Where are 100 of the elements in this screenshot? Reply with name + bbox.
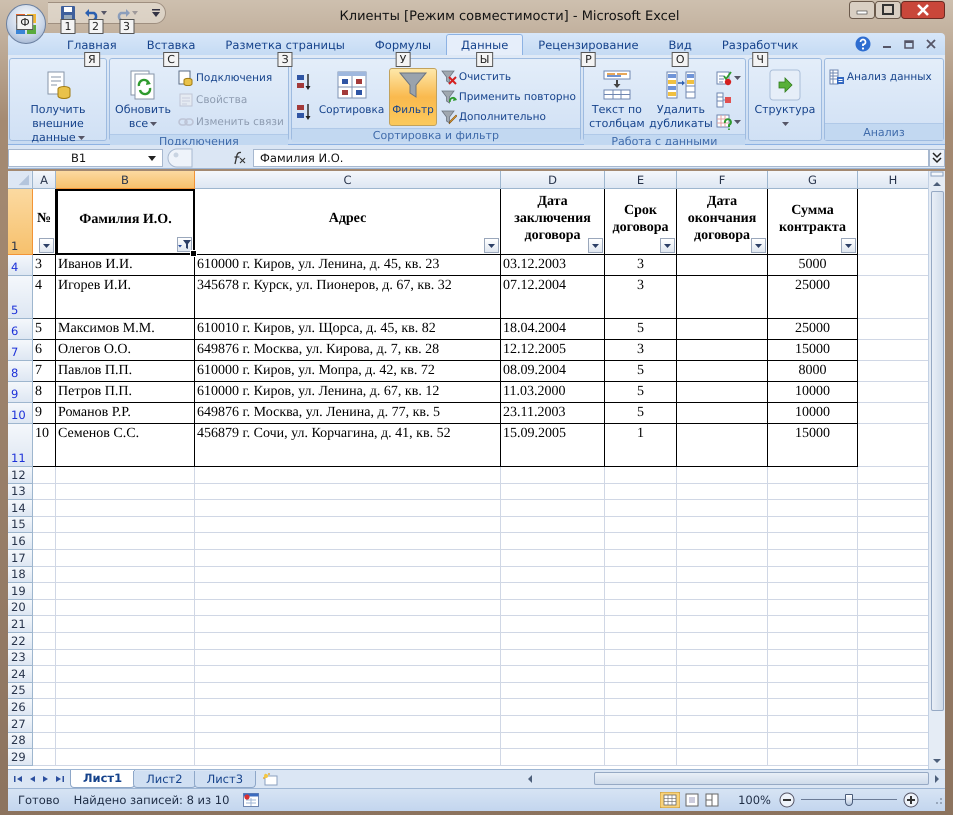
row-header[interactable]: 25 (8, 682, 33, 700)
knob-icon[interactable] (167, 148, 193, 168)
empty-cell[interactable] (677, 319, 768, 340)
scroll-thumb[interactable] (930, 191, 944, 711)
ribbon-button[interactable] (714, 113, 743, 131)
ribbon-button[interactable]: Получить внешние данные (12, 68, 104, 146)
first-sheet-icon[interactable] (12, 773, 24, 785)
normal-view-icon[interactable] (660, 792, 680, 808)
zoom-level[interactable]: 100% (738, 793, 771, 807)
empty-cell[interactable] (677, 276, 768, 319)
filter-dropdown-button[interactable] (484, 238, 499, 253)
select-all-icon[interactable] (8, 171, 33, 189)
ribbon-button[interactable]: Применить повторно (438, 88, 578, 106)
close-icon[interactable] (925, 38, 937, 50)
empty-cell[interactable] (677, 361, 768, 382)
scroll-thumb[interactable] (594, 772, 929, 785)
row-header[interactable]: 1 (8, 189, 33, 255)
ribbon-button[interactable]: Обновить все (112, 68, 174, 132)
macro-record-icon[interactable] (243, 793, 260, 807)
ribbon-button[interactable] (714, 69, 743, 87)
last-sheet-icon[interactable] (54, 773, 66, 785)
empty-cell[interactable] (677, 403, 768, 424)
ribbon-button[interactable]: Фильтр (389, 68, 437, 126)
column-header[interactable]: H (858, 171, 928, 189)
row-header[interactable]: 20 (8, 600, 33, 616)
zoom-in-icon[interactable] (903, 792, 919, 808)
column-header[interactable]: G (768, 171, 858, 189)
ribbon-tab[interactable]: Главная (52, 34, 132, 55)
slider-thumb[interactable] (845, 794, 853, 806)
ribbon-tab[interactable]: Вставка (132, 34, 210, 55)
column-header[interactable]: B (56, 171, 195, 189)
row-header[interactable]: 17 (8, 550, 33, 567)
customize-icon[interactable] (152, 9, 160, 17)
row-header[interactable]: 4 (8, 255, 33, 276)
ribbon-tab[interactable]: Рецензирование (523, 34, 654, 55)
filter-dropdown-button[interactable] (841, 238, 856, 253)
empty-cell[interactable] (677, 340, 768, 361)
ribbon-tab[interactable]: Разметка страницы (210, 34, 360, 55)
formula-field[interactable]: Фамилия И.О. (253, 149, 929, 167)
ribbon-tab[interactable]: Формулы (360, 34, 446, 55)
expand-icon[interactable] (929, 149, 945, 167)
row-header[interactable]: 27 (8, 716, 33, 732)
row-header[interactable]: 6 (8, 319, 33, 340)
filter-active-button[interactable] (177, 237, 192, 252)
row-header[interactable]: 19 (8, 583, 33, 600)
row-header[interactable]: 7 (8, 340, 33, 361)
ribbon-tab[interactable]: Разработчик (706, 34, 814, 55)
sheet-tab[interactable]: Лист3 (194, 771, 256, 788)
column-header[interactable]: A (33, 171, 56, 189)
row-header[interactable]: 5 (8, 276, 33, 319)
empty-cell[interactable] (677, 424, 768, 467)
empty-cell[interactable] (677, 255, 768, 276)
row-header[interactable]: 18 (8, 566, 33, 584)
help-icon[interactable] (855, 36, 871, 52)
row-header[interactable]: 10 (8, 403, 33, 424)
row-header[interactable]: 21 (8, 616, 33, 633)
filter-dropdown-button[interactable] (660, 238, 675, 253)
filter-dropdown-button[interactable] (751, 238, 766, 253)
sheet-tab[interactable]: Лист2 (133, 771, 196, 788)
ribbon-button[interactable]: Структура (750, 68, 819, 132)
row-header[interactable]: 23 (8, 650, 33, 666)
name-box[interactable]: B1 (8, 149, 163, 167)
row-header[interactable]: 15 (8, 516, 33, 534)
maximize-icon[interactable] (875, 1, 901, 19)
empty-cell[interactable] (677, 382, 768, 403)
filter-dropdown-button[interactable] (39, 238, 54, 253)
row-header[interactable]: 24 (8, 666, 33, 683)
ribbon-button[interactable]: Очистить (438, 68, 578, 86)
ribbon-button[interactable]: Дополнительно (438, 108, 578, 126)
page-break-icon[interactable] (704, 792, 720, 808)
row-header[interactable]: 29 (8, 749, 33, 766)
row-header[interactable]: 11 (8, 424, 33, 467)
close-icon[interactable] (901, 1, 945, 19)
row-header[interactable]: 28 (8, 732, 33, 750)
column-header[interactable]: F (677, 171, 768, 189)
row-header[interactable]: 26 (8, 699, 33, 716)
column-header[interactable]: C (195, 171, 501, 189)
page-layout-icon[interactable] (684, 792, 700, 808)
row-header[interactable]: 9 (8, 382, 33, 403)
ribbon-button[interactable]: Анализ данных (826, 68, 936, 86)
sheet-tab[interactable]: Лист1 (70, 770, 136, 788)
zoom-out-icon[interactable] (779, 792, 795, 808)
row-header[interactable]: 12 (8, 467, 33, 484)
row-header[interactable]: 16 (8, 533, 33, 550)
row-header[interactable]: 8 (8, 361, 33, 382)
ribbon-tab[interactable]: Вид (654, 34, 707, 55)
ribbon-button[interactable]: Сортировка (316, 68, 388, 126)
ribbon-tab[interactable]: Данные (446, 34, 524, 55)
minimize-icon[interactable] (849, 1, 875, 19)
ribbon-button[interactable]: Текст по столбцам (586, 68, 648, 132)
column-header[interactable]: D (501, 171, 605, 189)
row-header[interactable]: 22 (8, 632, 33, 650)
insert-sheet-icon[interactable] (262, 772, 280, 786)
row-header[interactable]: 14 (8, 500, 33, 517)
filter-dropdown-button[interactable] (588, 238, 603, 253)
restore-icon[interactable] (903, 38, 915, 50)
fill-handle[interactable] (190, 250, 197, 257)
row-header[interactable]: 13 (8, 484, 33, 500)
column-header[interactable]: E (605, 171, 677, 189)
ribbon-button[interactable]: Подключения (176, 69, 286, 87)
